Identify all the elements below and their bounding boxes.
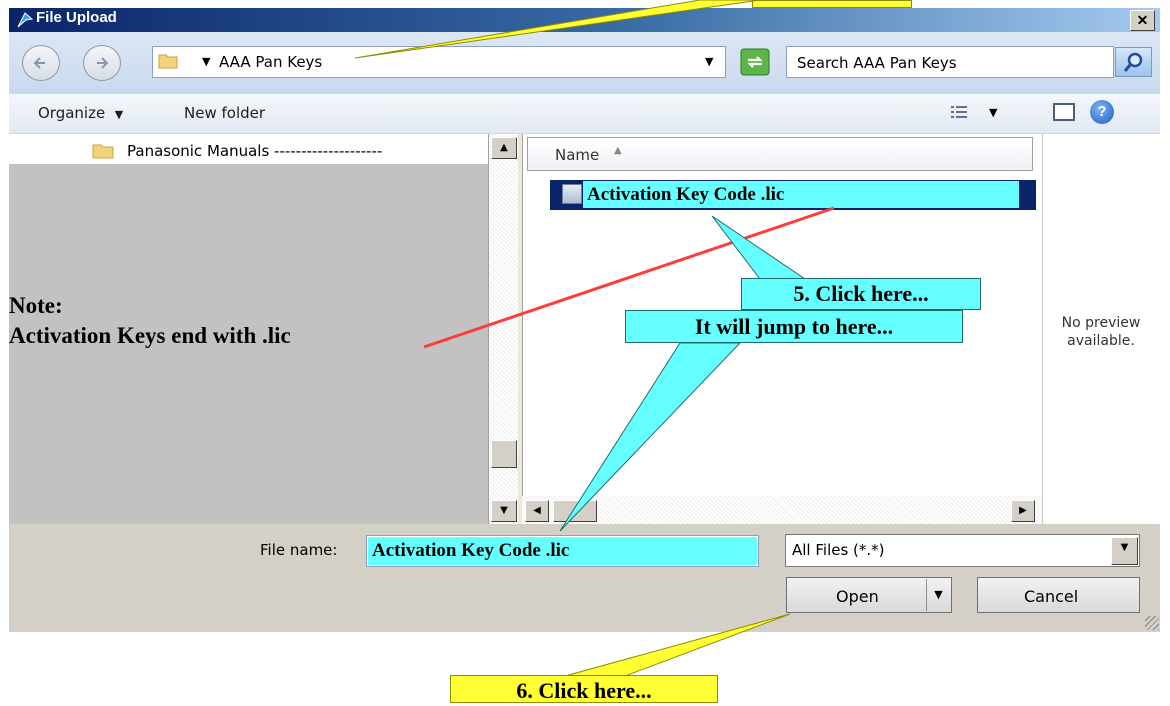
horizontal-scroll-thumb[interactable] [553, 500, 597, 522]
open-split-chevron-icon[interactable]: ▼ [926, 579, 950, 611]
preview-message: No preview available. [1042, 314, 1160, 350]
scroll-right-icon[interactable]: ▶ [1011, 500, 1035, 522]
folder-icon [92, 144, 114, 159]
search-icon [1123, 52, 1143, 72]
address-path[interactable]: AAA Pan Keys [219, 53, 322, 71]
breadcrumb-chevron-icon[interactable]: ▼ [202, 55, 210, 68]
note-heading: Note: [9, 293, 63, 318]
search-placeholder: Search AAA Pan Keys [797, 54, 957, 72]
file-type-dropdown-icon[interactable]: ▼ [1111, 537, 1138, 565]
app-icon [17, 12, 34, 28]
refresh-icon[interactable] [740, 48, 770, 76]
top-callout-box [752, 0, 912, 8]
preview-pane-icon[interactable] [1053, 103, 1075, 121]
open-button-label[interactable]: Open [836, 587, 879, 606]
help-icon[interactable]: ? [1090, 100, 1114, 124]
column-header[interactable] [527, 137, 1033, 171]
forward-arrow-icon [97, 57, 109, 69]
search-button[interactable] [1115, 47, 1152, 77]
step6-callout: 6. Click here... [450, 675, 718, 703]
close-button[interactable]: ✕ [1130, 10, 1155, 31]
organize-label: Organize [38, 104, 106, 122]
note-text: Activation Keys end with .lic [9, 323, 291, 348]
window-title: File Upload [36, 9, 117, 26]
file-type-value[interactable]: All Files (*.*) [792, 541, 885, 559]
new-folder-button[interactable]: New folder [184, 104, 265, 122]
sort-ascending-icon: ▲ [614, 145, 622, 156]
file-name[interactable]: Activation Key Code .lic [587, 184, 784, 206]
command-toolbar [9, 94, 1160, 134]
file-icon [562, 184, 582, 204]
chevron-down-icon: ▼ [114, 108, 124, 121]
file-name-label: File name: [260, 541, 338, 559]
cancel-button-label[interactable]: Cancel [1024, 587, 1078, 606]
organize-menu[interactable]: Organize ▼ [38, 104, 123, 122]
file-name-value[interactable]: Activation Key Code .lic [372, 540, 569, 562]
preview-line-1: No preview [1061, 315, 1141, 331]
view-options-icon[interactable] [950, 104, 968, 120]
tree-item-panasonic-manuals[interactable]: Panasonic Manuals -------------------- [127, 142, 382, 160]
folder-icon [158, 54, 178, 69]
name-column-label[interactable]: Name [555, 146, 599, 164]
scroll-thumb[interactable] [491, 440, 517, 468]
back-button[interactable] [22, 45, 60, 81]
address-dropdown-icon[interactable]: ▼ [705, 55, 713, 68]
horizontal-scrollbar[interactable] [522, 496, 1042, 524]
view-chevron-down-icon[interactable]: ▼ [989, 106, 997, 119]
resize-grip-icon[interactable] [1145, 616, 1159, 630]
title-bar [9, 8, 1160, 32]
step5-callout: 5. Click here... [741, 278, 981, 310]
back-arrow-icon [33, 57, 45, 69]
forward-button[interactable] [83, 45, 121, 81]
note-annotation: Note: Activation Keys end with .lic [9, 291, 291, 351]
preview-line-2: available. [1067, 333, 1135, 349]
scroll-left-icon[interactable]: ◀ [525, 500, 549, 522]
scroll-down-icon[interactable]: ▼ [491, 500, 517, 522]
jump-callout: It will jump to here... [625, 310, 963, 343]
scroll-up-icon[interactable]: ▲ [491, 137, 517, 159]
